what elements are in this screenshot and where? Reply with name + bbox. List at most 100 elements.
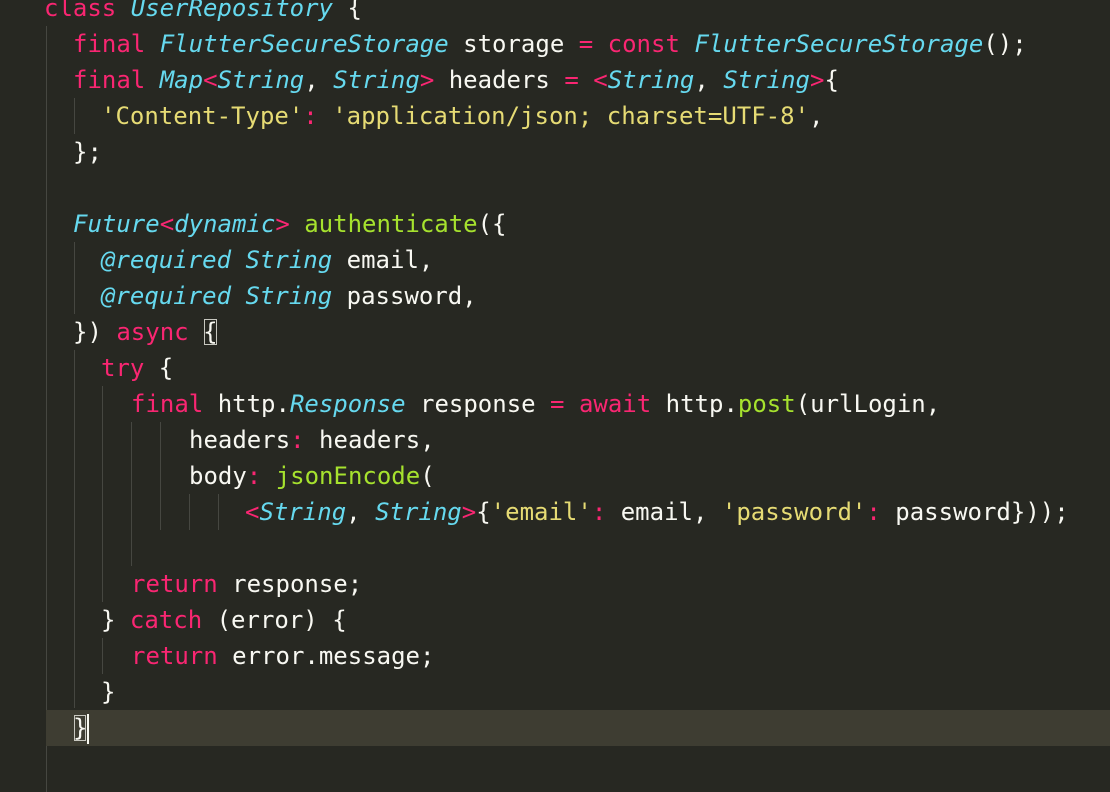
code-line[interactable]: final Map<String, String> headers = <Str…: [0, 62, 1110, 98]
text-cursor: [87, 714, 90, 744]
code-token: 'email': [490, 498, 592, 526]
code-line[interactable]: class UserRepository {: [0, 0, 1110, 26]
code-token: String: [217, 66, 305, 94]
code-token: };: [73, 138, 102, 166]
code-token: return: [131, 642, 218, 670]
code-token: ,: [346, 498, 376, 526]
code-token: :: [591, 498, 607, 526]
code-token: ,: [809, 102, 824, 130]
code-token: }: [101, 606, 130, 634]
code-token: :: [246, 462, 262, 490]
code-token: email,: [332, 246, 434, 274]
code-token: {: [333, 0, 362, 22]
code-token: (: [420, 462, 435, 490]
code-token: ,: [694, 66, 724, 94]
code-line[interactable]: final FlutterSecureStorage storage = con…: [0, 26, 1110, 62]
code-token: FlutterSecureStorage: [694, 30, 984, 58]
code-text: @required String email,: [101, 242, 433, 278]
code-line[interactable]: [0, 530, 1110, 566]
code-token: =: [578, 30, 594, 58]
code-token: password}));: [880, 498, 1069, 526]
code-line[interactable]: @required String email,: [0, 242, 1110, 278]
code-token: final: [73, 30, 146, 58]
code-token: 'Content-Type': [101, 102, 304, 130]
code-token: headers: [434, 66, 565, 94]
code-token: {: [144, 354, 174, 382]
code-token: String: [333, 66, 420, 94]
code-line[interactable]: headers: headers,: [0, 422, 1110, 458]
code-token: String: [607, 66, 695, 94]
code-token: headers,: [304, 426, 435, 454]
code-line[interactable]: Future<dynamic> authenticate({: [0, 206, 1110, 242]
code-line[interactable]: [0, 746, 1110, 782]
code-token: String: [245, 246, 333, 274]
code-text: Future<dynamic> authenticate({: [73, 206, 507, 242]
code-token: @required: [101, 246, 232, 274]
code-token: final: [73, 66, 146, 94]
code-token: catch: [129, 606, 203, 634]
code-text: final FlutterSecureStorage storage = con…: [73, 26, 1027, 62]
code-line[interactable]: return error.message;: [0, 638, 1110, 674]
code-text: headers: headers,: [189, 422, 435, 458]
code-line[interactable]: [0, 170, 1110, 206]
code-line[interactable]: 'Content-Type': 'application/json; chars…: [0, 98, 1110, 134]
code-token: >: [419, 66, 435, 94]
code-token: body: [189, 462, 247, 490]
code-token: jsonEncode: [275, 462, 421, 490]
code-token: dynamic: [174, 210, 276, 238]
code-text: final Map<String, String> headers = <Str…: [73, 62, 839, 98]
current-code-line[interactable]: }: [46, 710, 1110, 746]
code-token: ({: [477, 210, 507, 238]
code-token: <: [593, 66, 608, 94]
code-text: }) async {: [73, 314, 218, 350]
code-token: <: [203, 66, 218, 94]
code-line[interactable]: @required String password,: [0, 278, 1110, 314]
code-editor[interactable]: class UserRepository {final FlutterSecur…: [0, 0, 1110, 792]
code-token: =: [564, 66, 579, 94]
code-token: :: [866, 498, 881, 526]
code-text: @required String password,: [101, 278, 477, 314]
code-token: (error) {: [202, 606, 347, 634]
code-text: <String, String>{'email': email, 'passwo…: [245, 494, 1069, 530]
code-line[interactable]: return response;: [0, 566, 1110, 602]
code-token: {: [476, 498, 491, 526]
code-line[interactable]: }: [0, 674, 1110, 710]
code-line[interactable]: try {: [0, 350, 1110, 386]
code-token: response;: [217, 570, 363, 598]
code-text: class UserRepository {: [44, 0, 362, 26]
code-token: Future: [73, 210, 160, 238]
code-line[interactable]: final http.Response response = await htt…: [0, 386, 1110, 422]
code-token: Map: [159, 66, 204, 94]
code-line[interactable]: }) async {: [0, 314, 1110, 350]
code-line[interactable]: };: [0, 134, 1110, 170]
code-line[interactable]: <String, String>{'email': email, 'passwo…: [0, 494, 1110, 530]
code-token: post: [737, 390, 796, 418]
code-line[interactable]: [0, 782, 1110, 792]
code-token: >: [275, 210, 290, 238]
code-token: http.: [203, 390, 290, 418]
code-text: final http.Response response = await htt…: [131, 386, 940, 422]
code-token: String: [245, 282, 333, 310]
code-text: return response;: [131, 566, 362, 602]
code-token: await: [578, 390, 652, 418]
code-text: try {: [101, 350, 173, 386]
code-token: ,: [304, 66, 334, 94]
code-token: String: [375, 498, 462, 526]
code-text: } catch (error) {: [101, 602, 347, 638]
code-line[interactable]: body: jsonEncode(: [0, 458, 1110, 494]
code-text: }: [73, 710, 90, 746]
code-text: 'Content-Type': 'application/json; chars…: [101, 98, 823, 134]
code-token: password,: [332, 282, 477, 310]
code-text: body: jsonEncode(: [189, 458, 435, 494]
code-line[interactable]: } catch (error) {: [0, 602, 1110, 638]
code-token: :: [290, 426, 305, 454]
